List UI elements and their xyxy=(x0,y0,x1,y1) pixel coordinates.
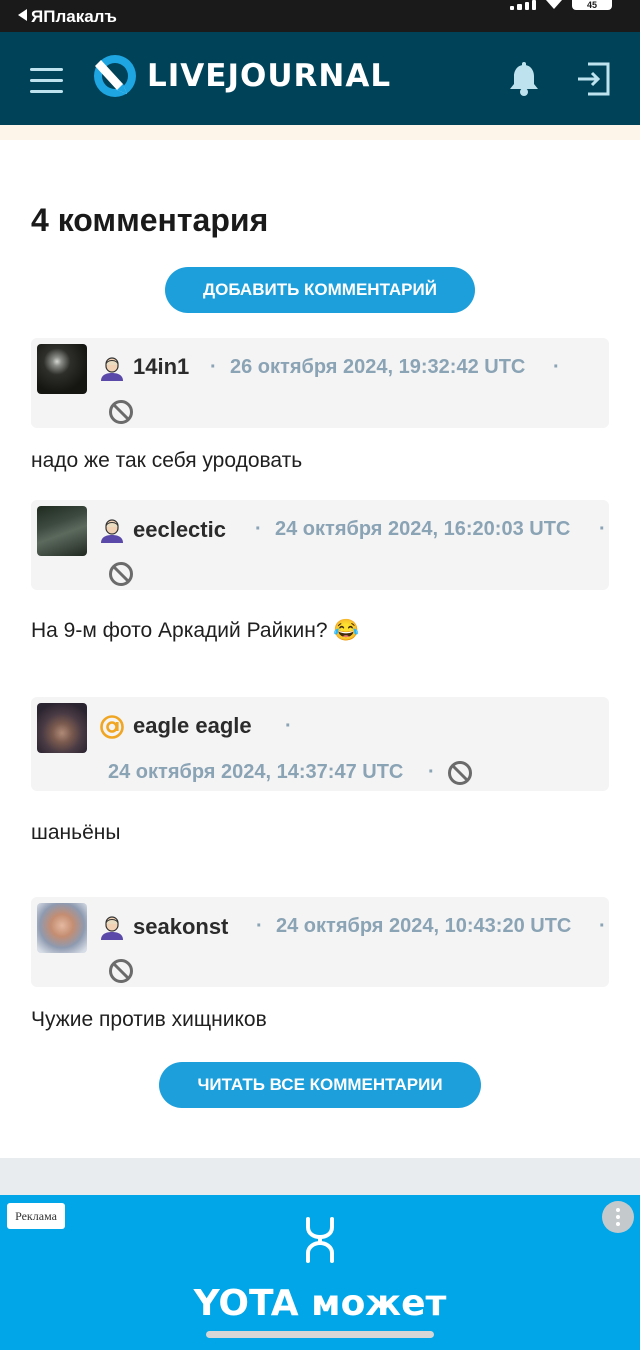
user-icon[interactable] xyxy=(99,518,125,544)
separator-dot: · xyxy=(599,915,606,937)
separator-dot: · xyxy=(210,356,217,378)
separator-dot: · xyxy=(256,915,263,937)
home-indicator[interactable] xyxy=(206,1331,434,1338)
comment-username[interactable]: eeclectic xyxy=(133,517,226,543)
ban-icon[interactable] xyxy=(108,958,134,984)
comment-date[interactable]: 26 октября 2024, 19:32:42 UTC xyxy=(230,356,525,379)
comment-header: eeclectic · 24 октября 2024, 16:20:03 UT… xyxy=(31,500,609,590)
user-icon[interactable] xyxy=(99,915,125,941)
livejournal-logo[interactable]: LIVEJOURNAL xyxy=(93,54,391,98)
bell-icon[interactable] xyxy=(508,62,540,96)
at-icon[interactable] xyxy=(99,714,125,740)
comment-date[interactable]: 24 октября 2024, 10:43:20 UTC xyxy=(276,915,571,938)
comment-text: шаньёны xyxy=(31,821,121,844)
comment-header: 14in1 · 26 октября 2024, 19:32:42 UTC · xyxy=(31,338,609,428)
ban-icon[interactable] xyxy=(108,399,134,425)
ban-icon[interactable] xyxy=(108,561,134,587)
separator-dot: · xyxy=(553,356,560,378)
avatar[interactable] xyxy=(37,903,87,953)
menu-icon[interactable] xyxy=(30,68,63,93)
comment-header: seakonst · 24 октября 2024, 10:43:20 UTC… xyxy=(31,897,609,987)
comment-text-content: На 9-м фото Аркадий Райкин? xyxy=(31,619,328,642)
logo-text: LIVEJOURNAL xyxy=(147,58,392,94)
back-to-app-link[interactable]: ЯПлакалъ xyxy=(18,7,117,27)
ban-icon[interactable] xyxy=(447,760,473,786)
login-icon[interactable] xyxy=(576,62,610,96)
battery-icon: 45 xyxy=(572,0,612,10)
comment-date[interactable]: 24 октября 2024, 16:20:03 UTC xyxy=(275,518,570,541)
avatar[interactable] xyxy=(37,703,87,753)
comment-header: eagle eagle · 24 октября 2024, 14:37:47 … xyxy=(31,697,609,791)
avatar[interactable] xyxy=(37,344,87,394)
comment-username[interactable]: 14in1 xyxy=(133,354,189,380)
signal-icon xyxy=(510,0,536,10)
separator-dot: · xyxy=(599,518,606,540)
comment-text: Чужие против хищников xyxy=(31,1008,267,1031)
ad-banner[interactable]: Реклама YOTA может xyxy=(0,1195,640,1350)
comment-date[interactable]: 24 октября 2024, 14:37:47 UTC xyxy=(108,761,403,784)
yota-logo-icon xyxy=(306,1217,334,1263)
comment-text: На 9-м фото Аркадий Райкин? 😂 xyxy=(31,619,360,643)
separator-dot: · xyxy=(428,761,435,783)
separator-dot: · xyxy=(255,518,262,540)
comment-text: надо же так себя уродовать xyxy=(31,449,303,472)
status-icons: 45 xyxy=(510,0,612,12)
status-bar: ЯПлакалъ 45 xyxy=(0,0,640,32)
wifi-icon xyxy=(546,0,562,9)
back-arrow-icon xyxy=(18,9,27,21)
section-divider xyxy=(0,1158,640,1195)
user-icon[interactable] xyxy=(99,356,125,382)
comment-username[interactable]: eagle eagle xyxy=(133,713,252,739)
site-header: LIVEJOURNAL xyxy=(0,32,640,125)
avatar[interactable] xyxy=(37,506,87,556)
laughing-emoji: 😂 xyxy=(333,619,360,642)
comment-username[interactable]: seakonst xyxy=(133,914,228,940)
back-app-label: ЯПлакалъ xyxy=(31,7,117,26)
comments-title: 4 комментария xyxy=(31,202,269,238)
ad-text: YOTA может xyxy=(193,1283,447,1324)
separator-dot: · xyxy=(285,715,292,737)
livejournal-logo-icon xyxy=(94,55,136,97)
header-stripe xyxy=(0,125,640,140)
ad-label: Реклама xyxy=(7,1203,65,1229)
read-all-comments-button[interactable]: ЧИТАТЬ ВСЕ КОММЕНТАРИИ xyxy=(159,1062,481,1108)
ad-options-icon[interactable] xyxy=(602,1201,634,1233)
add-comment-button[interactable]: ДОБАВИТЬ КОММЕНТАРИЙ xyxy=(165,267,475,313)
